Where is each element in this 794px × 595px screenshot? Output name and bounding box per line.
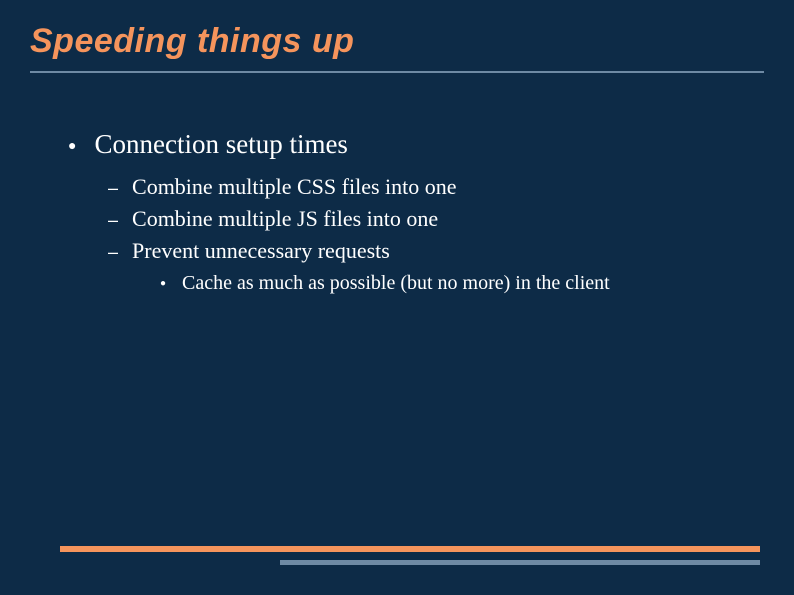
bullet-level2: – Combine multiple JS files into one [108,206,764,232]
disc-bullet-icon: ● [160,278,166,289]
disc-bullet-icon: ● [68,139,76,155]
dash-bullet-icon: – [108,210,118,231]
dash-bullet-icon: – [108,242,118,263]
level3-text: Cache as much as possible (but no more) … [182,272,610,295]
slide-content: ● Connection setup times – Combine multi… [30,129,764,295]
bullet-level3: ● Cache as much as possible (but no more… [160,272,764,295]
bullet-level2: – Prevent unnecessary requests [108,238,764,264]
level2-text: Combine multiple CSS files into one [132,174,457,200]
slide: Speeding things up ● Connection setup ti… [0,0,794,295]
footer-line-blue [280,560,760,565]
title-underline [30,71,764,73]
dash-bullet-icon: – [108,178,118,199]
slide-title: Speeding things up [30,22,764,61]
bullet-level2: – Combine multiple CSS files into one [108,174,764,200]
level2-text: Prevent unnecessary requests [132,238,390,264]
footer-decoration [60,546,760,565]
level1-text: Connection setup times [94,129,347,160]
level2-list: – Combine multiple CSS files into one – … [68,174,764,295]
bullet-level1: ● Connection setup times [68,129,764,160]
level2-text: Combine multiple JS files into one [132,206,438,232]
level3-list: ● Cache as much as possible (but no more… [108,272,764,295]
footer-line-orange [60,546,760,552]
